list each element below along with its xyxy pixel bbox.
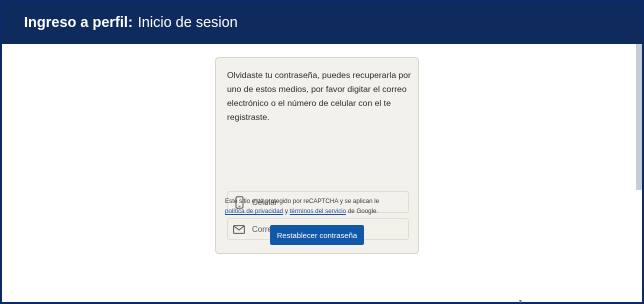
recaptcha-text-after: de Google. [347, 208, 379, 215]
recaptcha-text-middle: y [284, 208, 288, 215]
terms-of-service-link[interactable]: términos del servicio [290, 208, 346, 215]
corner-glyph: ▾ [519, 299, 523, 304]
recaptcha-notice: Este sitio está protegido por reCAPTCHA … [225, 197, 411, 217]
scrollbar[interactable] [636, 44, 642, 190]
privacy-policy-link[interactable]: política de privacidad [225, 208, 283, 215]
header-title-rest: Inicio de sesion [137, 15, 238, 31]
envelope-icon [228, 224, 250, 234]
page-header: Ingreso a perfil: Inicio de sesion [2, 2, 642, 44]
reset-password-button[interactable]: Restablecer contraseña [270, 225, 364, 245]
recaptcha-text-before: Este sitio está protegido por reCAPTCHA … [225, 198, 380, 205]
recovery-instructions: Olvidaste tu contraseña, puedes recupera… [227, 70, 411, 122]
browser-frame: Ingreso a perfil: Inicio de sesion Olvid… [0, 0, 644, 304]
header-title-bold: Ingreso a perfil: [24, 15, 133, 31]
